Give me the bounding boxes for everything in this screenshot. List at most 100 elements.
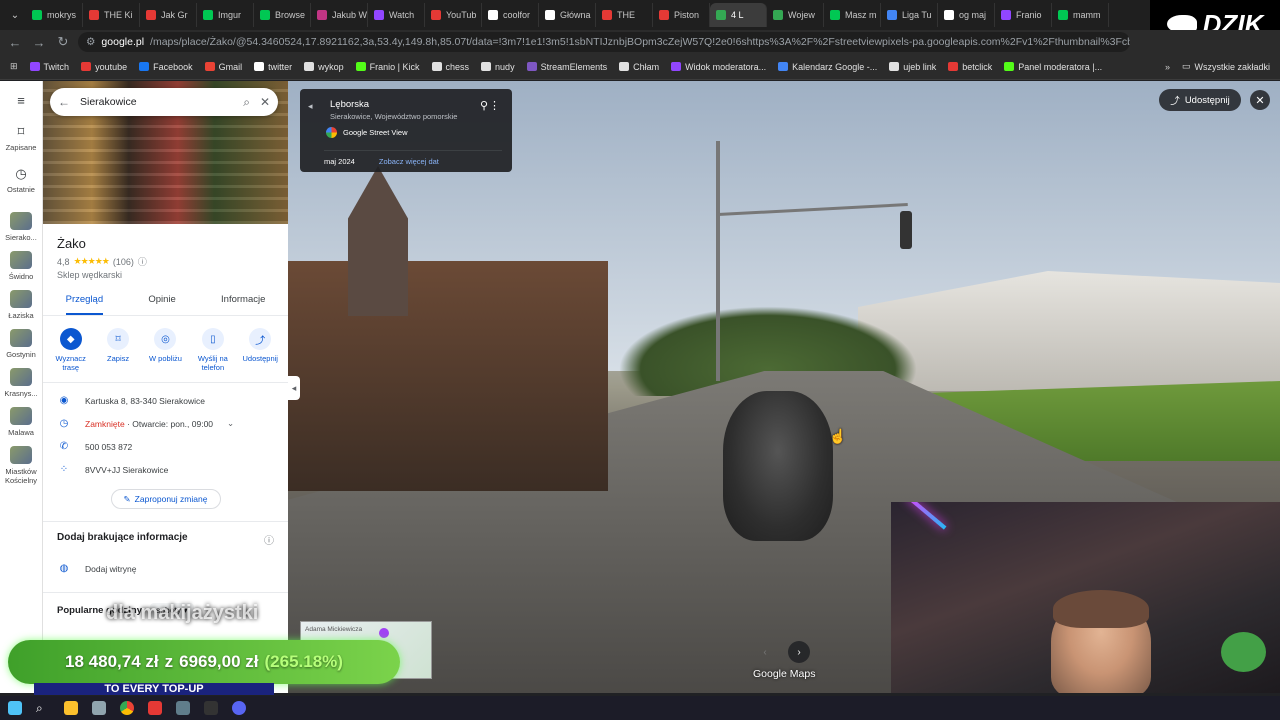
epic-games-icon[interactable] (204, 701, 218, 715)
back-arrow-icon[interactable]: ◂ (308, 101, 313, 112)
recent-place-thumbnail (10, 407, 32, 425)
action-button[interactable]: ▯ Wyślij na telefon (190, 328, 236, 372)
tab-overview[interactable]: Przegląd (65, 294, 104, 315)
discord-icon[interactable] (232, 701, 246, 715)
browser-tab[interactable]: Główna (539, 3, 596, 27)
action-button[interactable]: ⤴ Udostępnij (237, 328, 283, 372)
action-button[interactable]: ◎ W pobliżu (142, 328, 188, 372)
suggest-edit-button[interactable]: ✎ Zaproponuj zmianę (110, 489, 221, 509)
windows-start-icon[interactable] (8, 701, 22, 715)
tab-reviews[interactable]: Opinie (148, 294, 175, 315)
bookmark-item[interactable]: wykop (304, 62, 344, 72)
recent-place-thumbnail (10, 368, 32, 386)
search-input[interactable] (80, 96, 234, 108)
more-dates-link[interactable]: Zobacz więcej dat (379, 157, 439, 166)
bookmark-favicon-icon (254, 62, 265, 71)
more-bookmarks-icon[interactable]: » (1165, 62, 1170, 72)
browser-tab[interactable]: Franio (995, 3, 1052, 27)
bookmark-item[interactable]: Kalendarz Google -... (778, 62, 877, 72)
recent-place[interactable]: Miastków Kościelny (0, 446, 43, 485)
browser-tab[interactable]: Wojew (767, 3, 824, 27)
search-icon[interactable]: ⌕ (243, 95, 250, 110)
bookmark-item[interactable]: betclick (948, 62, 992, 72)
recent-place[interactable]: Malawa (0, 407, 43, 437)
bookmark-item[interactable]: Panel moderatora |... (1004, 62, 1102, 72)
hours-row[interactable]: ◷ Zamknięte · Otwarcie: pon., 09:00 ⌄ (43, 412, 288, 435)
browser-tab[interactable]: Watch (368, 3, 425, 27)
obs-icon[interactable] (148, 701, 162, 715)
recent-place[interactable]: Sierako... (0, 212, 43, 242)
rating-row[interactable]: 4,8 ★★★★★ (106) ⓘ (43, 251, 288, 268)
add-website-row[interactable]: ◍ Dodaj witrynę (43, 557, 288, 580)
browser-tab[interactable]: Jak Gr (140, 3, 197, 27)
bookmark-item[interactable]: chess (431, 62, 469, 72)
menu-button[interactable]: ≡ (0, 93, 43, 108)
browser-tab[interactable]: mokrys (26, 3, 83, 27)
chrome-icon[interactable] (120, 701, 134, 715)
close-street-view-button[interactable]: ✕ (1250, 90, 1270, 110)
tab-favicon-icon (716, 10, 726, 20)
back-arrow-icon[interactable]: ← (58, 95, 70, 109)
rail-saved[interactable]: ⌑ Zapisane (0, 124, 43, 152)
more-vert-icon[interactable]: ⋮ (489, 99, 500, 112)
reload-icon[interactable]: ↻ (54, 34, 72, 50)
browser-tab[interactable]: Browse (254, 3, 311, 27)
action-button[interactable]: ⌑ Zapisz (95, 328, 141, 372)
all-bookmarks-folder[interactable]: ▭ Wszystkie zakładki (1182, 61, 1270, 72)
browser-tab[interactable]: Piston (653, 3, 710, 27)
settings-icon[interactable] (176, 701, 190, 715)
address-row[interactable]: ◉ Kartuska 8, 83-340 Sierakowice (43, 389, 288, 412)
phone-row[interactable]: ✆ 500 053 872 (43, 435, 288, 458)
street-name: Lęborska (330, 99, 370, 110)
search-icon[interactable]: ⌕ (36, 701, 50, 715)
rail-recent[interactable]: ◷ Ostatnie (0, 166, 43, 194)
browser-tab[interactable]: mamm (1052, 3, 1109, 27)
previous-arrow-icon[interactable]: ‹ (754, 641, 776, 663)
recent-place[interactable]: Świdno (0, 251, 43, 281)
bookmark-item[interactable]: Franio | Kick (355, 62, 420, 72)
location-pin-icon[interactable]: ⚲ (480, 99, 488, 112)
bookmark-item[interactable]: Facebook (139, 62, 193, 72)
recent-place[interactable]: Krasnys... (0, 368, 43, 398)
bookmark-item[interactable]: Twitch (29, 62, 69, 72)
tab-search-icon[interactable]: ⌄ (4, 10, 26, 21)
browser-tab[interactable]: Liga Tu (881, 3, 938, 27)
apps-grid-icon[interactable]: ⊞ (10, 61, 18, 72)
browser-tab[interactable]: og maj (938, 3, 995, 27)
browser-tab[interactable]: THE Ki (83, 3, 140, 27)
place-category[interactable]: Sklep wędkarski (43, 268, 288, 280)
browser-tab[interactable]: Imgur (197, 3, 254, 27)
browser-tab[interactable]: Masz m (824, 3, 881, 27)
bookmark-item[interactable]: twitter (254, 62, 292, 72)
chevron-down-icon[interactable]: ⌄ (227, 418, 234, 429)
recent-place[interactable]: Gostynin (0, 329, 43, 359)
browser-tab[interactable]: 4 L (710, 3, 767, 27)
forward-arrow-icon[interactable]: → (30, 35, 48, 50)
action-button[interactable]: ◆ Wyznacz trasę (48, 328, 94, 372)
site-info-icon[interactable]: ⚙ (86, 36, 95, 48)
close-icon[interactable]: ✕ (260, 95, 270, 109)
recent-place[interactable]: Łaziska (0, 290, 43, 320)
share-button[interactable]: ⤴ Udostępnij (1159, 89, 1241, 111)
bookmark-item[interactable]: Gmail (204, 62, 242, 72)
address-bar[interactable]: ⚙ google.pl/maps/place/Żako/@54.3460524,… (78, 32, 1130, 52)
browser-tab[interactable]: Jakub W (311, 3, 368, 27)
bookmark-item[interactable]: nudy (481, 62, 515, 72)
tab-about[interactable]: Informacje (221, 294, 265, 315)
browser-tab[interactable]: THE (596, 3, 653, 27)
bookmark-item[interactable]: Chłam (619, 62, 659, 72)
file-explorer-icon[interactable] (64, 701, 78, 715)
bookmark-item[interactable]: StreamElements (526, 62, 607, 72)
collapse-panel-button[interactable]: ◂ (288, 376, 300, 400)
bookmark-item[interactable]: ujeb link (889, 62, 936, 72)
bookmark-item[interactable]: Widok moderatora... (671, 62, 766, 72)
back-arrow-icon[interactable]: ← (6, 35, 24, 50)
browser-tab[interactable]: coolfor (482, 3, 539, 27)
app-icon[interactable] (92, 701, 106, 715)
bookmark-item[interactable]: youtube (81, 62, 127, 72)
next-arrow-icon[interactable]: › (788, 641, 810, 663)
help-icon[interactable]: ⓘ (264, 532, 274, 547)
plus-code-row[interactable]: ⁘ 8VVV+JJ Sierakowice (43, 458, 288, 481)
info-icon[interactable]: ⓘ (138, 255, 147, 268)
browser-tab[interactable]: YouTub (425, 3, 482, 27)
